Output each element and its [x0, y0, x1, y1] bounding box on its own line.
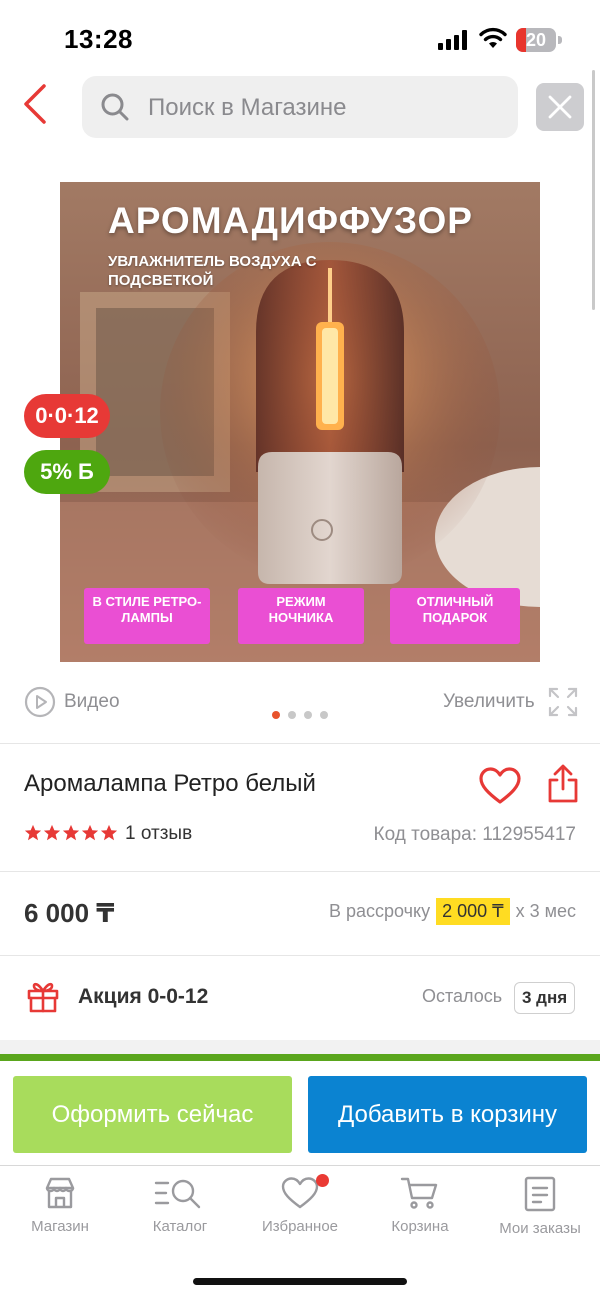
image-tag: В СТИЛЕ РЕТРО-ЛАМПЫ: [84, 588, 210, 644]
play-icon: [24, 686, 56, 718]
gallery-pagination[interactable]: [272, 711, 332, 719]
installment-info: В рассрочку 2 000 ₸ х 3 мес: [329, 898, 576, 925]
tab-catalog[interactable]: Каталог: [120, 1172, 240, 1242]
tabbar-divider: [0, 1165, 600, 1166]
orders-icon: [524, 1176, 556, 1212]
bonus-badge: 5% Б: [24, 450, 110, 494]
close-icon: [548, 95, 572, 119]
search-input[interactable]: Поиск в Магазине: [82, 76, 518, 138]
chevron-left-icon: [24, 84, 46, 124]
tab-label: Корзина: [391, 1218, 449, 1235]
video-label: Видео: [64, 691, 120, 712]
tab-cart[interactable]: Корзина: [360, 1172, 480, 1242]
product-title: Аромалампа Ретро белый: [24, 770, 316, 797]
installment-amount: 2 000 ₸: [436, 898, 510, 925]
star-icon: [43, 824, 61, 841]
favorite-button[interactable]: [478, 766, 522, 806]
installment-term: х 3 мес: [515, 901, 576, 921]
battery-level: 20: [525, 30, 547, 50]
status-time: 13:28: [64, 24, 133, 54]
cart-icon: [400, 1177, 438, 1209]
heart-icon: [479, 767, 521, 804]
product-code: Код товара: 112955417: [373, 824, 576, 845]
zoom-label: Увеличить: [443, 691, 535, 712]
scrollbar[interactable]: [592, 70, 595, 310]
store-icon: [45, 1177, 75, 1209]
cellular-signal-icon: [438, 30, 467, 50]
home-indicator[interactable]: [193, 1278, 407, 1285]
share-button[interactable]: [546, 764, 580, 804]
installment-promo-badge: 0·0·12: [24, 394, 110, 438]
tab-label: Мои заказы: [499, 1220, 581, 1237]
tab-orders[interactable]: Мои заказы: [480, 1172, 600, 1242]
pagination-dot[interactable]: [288, 711, 296, 719]
product-price: 6 000 ₸: [24, 898, 115, 928]
back-button[interactable]: [18, 82, 58, 126]
image-tag: ОТЛИЧНЫЙ ПОДАРОК: [390, 588, 520, 644]
tab-label: Избранное: [261, 1218, 339, 1235]
promo-title: Акция 0-0-12: [78, 985, 209, 1008]
divider: [0, 871, 600, 872]
accent-line: [0, 1054, 600, 1061]
star-icon: [81, 824, 99, 841]
add-to-cart-button[interactable]: Добавить в корзину: [308, 1076, 587, 1153]
image-tag: РЕЖИМ НОЧНИКА: [238, 588, 364, 644]
search-placeholder: Поиск в Магазине: [148, 94, 347, 121]
section-separator: [0, 1040, 600, 1054]
pagination-dot[interactable]: [320, 711, 328, 719]
reviews-link[interactable]: 1 отзыв: [125, 823, 192, 845]
rating-stars: [24, 824, 119, 844]
installment-prefix: В рассрочку: [328, 901, 431, 921]
image-subheadline: УВЛАЖНИТЕЛЬ ВОЗДУХА С ПОДСВЕТКОЙ: [108, 253, 317, 289]
wifi-icon: [479, 27, 507, 48]
star-icon: [100, 824, 118, 841]
battery-indicator: 20: [516, 28, 562, 52]
star-icon: [24, 824, 42, 841]
divider: [0, 955, 600, 956]
share-icon: [548, 764, 578, 803]
gift-icon: [27, 982, 59, 1013]
tab-store[interactable]: Магазин: [0, 1172, 120, 1242]
pagination-dot[interactable]: [304, 711, 312, 719]
image-headline: АРОМАДИФФУЗОР: [108, 200, 473, 241]
remaining-days-badge: 3 дня: [514, 982, 576, 1014]
product-image[interactable]: АРОМАДИФФУЗОР УВЛАЖНИТЕЛЬ ВОЗДУХА С ПОДС…: [60, 182, 540, 662]
divider: [0, 743, 600, 744]
remaining-label: Осталось: [422, 986, 503, 1006]
close-button[interactable]: [536, 83, 584, 131]
star-icon: [62, 824, 80, 841]
notification-dot: [316, 1174, 329, 1187]
tab-label: Магазин: [31, 1218, 89, 1235]
tab-favorites[interactable]: Избранное: [240, 1172, 360, 1242]
heart-icon: [281, 1177, 319, 1209]
catalog-search-icon: [154, 1179, 201, 1209]
order-now-button[interactable]: Оформить сейчас: [13, 1076, 292, 1153]
status-bar: 13:28 20: [0, 0, 600, 70]
tab-label: Каталог: [152, 1218, 208, 1235]
pagination-dot-active[interactable]: [272, 711, 280, 719]
search-icon: [101, 93, 129, 121]
expand-icon: [548, 687, 578, 717]
